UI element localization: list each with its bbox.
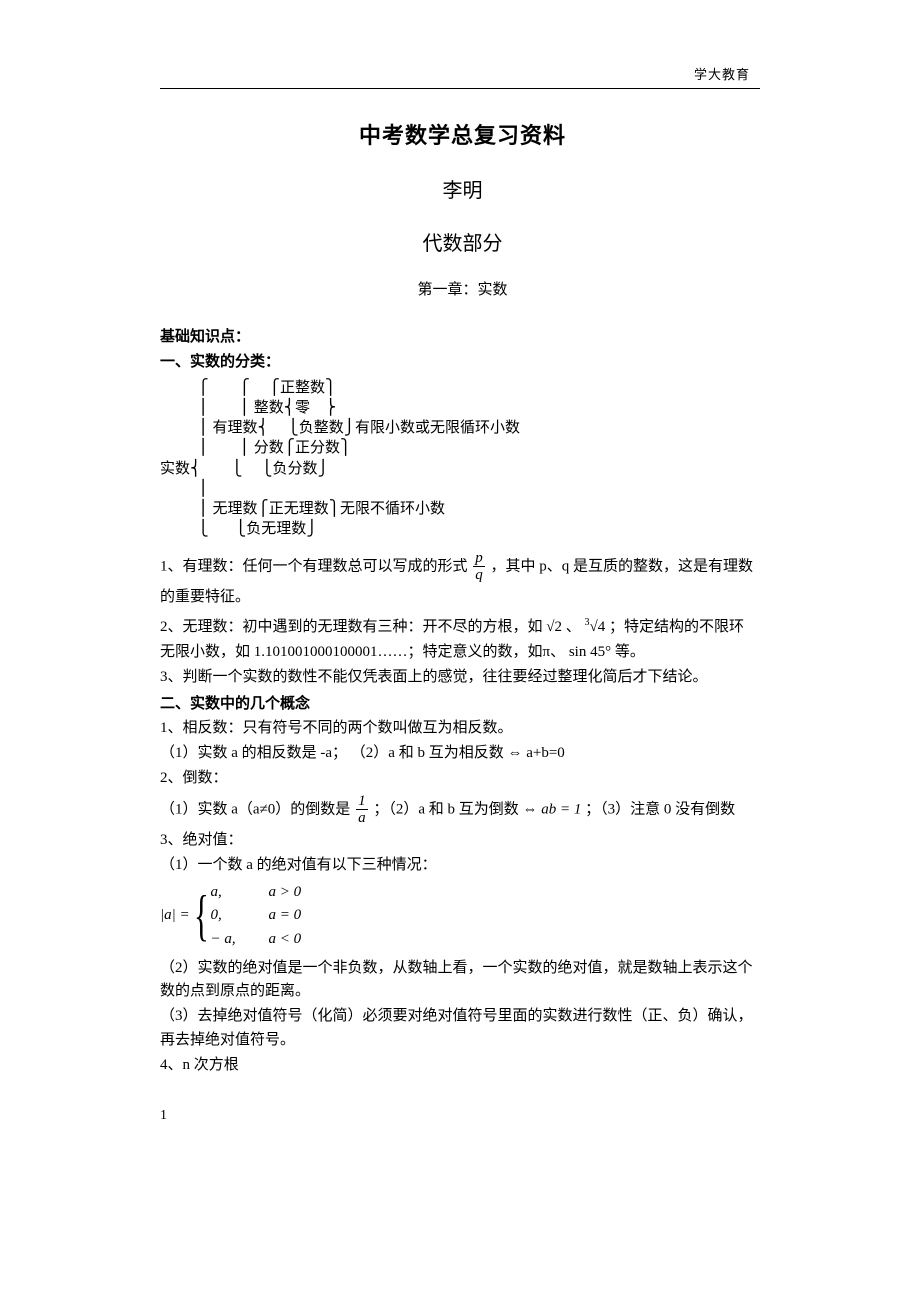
case-cond: a < 0 xyxy=(269,931,302,947)
text: 无限小数，如 1.101001000100001……；特定意义的数，如π、 xyxy=(160,644,565,660)
root-body: √4 xyxy=(590,619,606,635)
sin45: sin 45° xyxy=(569,644,611,660)
body: 基础知识点： 一、实数的分类： ⎧ ⎧ ⎧正整数⎫ ⎪ ⎪ 整数⎨零 ⎬ ⎪ 有… xyxy=(160,325,765,1127)
text: 、 xyxy=(566,619,581,635)
case-val: 0, xyxy=(211,904,269,927)
case-val: − a, xyxy=(211,928,269,951)
concept-abs-3: （3）去掉绝对值符号（化简）必须要对绝对值符号里面的实数进行数性（正、负）确认，… xyxy=(160,1005,765,1052)
case-cond: a = 0 xyxy=(269,907,302,923)
heading-two: 二、实数中的几个概念 xyxy=(160,692,765,715)
header-rule xyxy=(160,88,760,89)
doc-section: 代数部分 xyxy=(160,227,765,256)
concept-reciprocal-sub: （1）实数 a（a≠0）的倒数是 1 a ；（2）a 和 b 互为倒数 ⇔ ab… xyxy=(160,793,765,827)
concept-abs-1: （1）一个数 a 的绝对值有以下三种情况： xyxy=(160,854,765,877)
doc-chapter: 第一章：实数 xyxy=(160,278,765,299)
concept-reciprocal: 2、倒数： xyxy=(160,767,765,790)
document-page: 学大教育 中考数学总复习资料 李明 代数部分 第一章：实数 基础知识点： 一、实… xyxy=(0,0,920,1167)
cbrt-4: 3√4 xyxy=(585,619,606,635)
para-rational-cont: 的重要特征。 xyxy=(160,586,765,609)
denominator: a xyxy=(356,810,368,827)
para-irrational-cont: 无限小数，如 1.101001000100001……；特定意义的数，如π、 si… xyxy=(160,641,765,664)
text: ；特定结构的不限环 xyxy=(609,619,744,635)
fraction-p-over-q: p q xyxy=(473,550,485,584)
equation-ab1: ab = 1 xyxy=(541,801,581,817)
fraction-1-over-a: 1 a xyxy=(356,793,368,827)
text: ；（2）a 和 b 互为倒数 ⇔ xyxy=(373,801,541,817)
brand-header: 学大教育 xyxy=(694,64,750,83)
concept-abs-2: （2）实数的绝对值是一个非负数，从数轴上看，一个实数的绝对值，就是数轴上表示这个… xyxy=(160,957,765,1004)
numerator: p xyxy=(473,550,485,568)
text: 等。 xyxy=(615,644,645,660)
para-irrational: 2、无理数：初中遇到的无理数有三种：开不尽的方根，如 √2 、 3√4 ；特定结… xyxy=(160,615,765,639)
abs-lhs: |a| = xyxy=(160,904,190,927)
concept-root: 4、n 次方根 xyxy=(160,1054,765,1077)
concept-abs: 3、绝对值： xyxy=(160,829,765,852)
concept-opposite: 1、相反数：只有符号不同的两个数叫做互为相反数。 xyxy=(160,717,765,740)
left-brace-icon: { xyxy=(194,888,209,944)
heading-basic: 基础知识点： xyxy=(160,325,765,348)
page-number: 1 xyxy=(160,1105,765,1127)
text: 1、有理数：任何一个有理数总可以写成的形式 xyxy=(160,558,468,574)
para-judge: 3、判断一个实数的数性不能仅凭表面上的感觉，往往要经过整理化简后才下结论。 xyxy=(160,666,765,689)
classification-tree: ⎧ ⎧ ⎧正整数⎫ ⎪ ⎪ 整数⎨零 ⎬ ⎪ 有理数⎨ ⎩负整数⎭有限小数或无限… xyxy=(160,378,765,540)
case-cond: a > 0 xyxy=(269,884,302,900)
sqrt-2: √2 xyxy=(546,619,562,635)
text: ，其中 p、q 是互质的整数，这是有理数 xyxy=(491,558,754,574)
abs-definition: |a| = { a,a > 0 0,a = 0 − a,a < 0 xyxy=(160,881,765,951)
case-val: a, xyxy=(211,881,269,904)
heading-one: 一、实数的分类： xyxy=(160,350,765,373)
denominator: q xyxy=(473,567,485,584)
doc-title: 中考数学总复习资料 xyxy=(160,118,765,150)
concept-opposite-sub: （1）实数 a 的相反数是 -a； （2）a 和 b 互为相反数 ⇔ a+b=0 xyxy=(160,742,765,765)
numerator: 1 xyxy=(356,793,368,811)
doc-author: 李明 xyxy=(160,174,765,203)
abs-cases: a,a > 0 0,a = 0 − a,a < 0 xyxy=(211,881,302,951)
text: （1）实数 a（a≠0）的倒数是 xyxy=(160,801,350,817)
para-rational: 1、有理数：任何一个有理数总可以写成的形式 p q ，其中 p、q 是互质的整数… xyxy=(160,550,765,584)
text: ；（3）注意 0 没有倒数 xyxy=(585,801,735,817)
text: 2、无理数：初中遇到的无理数有三种：开不尽的方根，如 xyxy=(160,619,543,635)
